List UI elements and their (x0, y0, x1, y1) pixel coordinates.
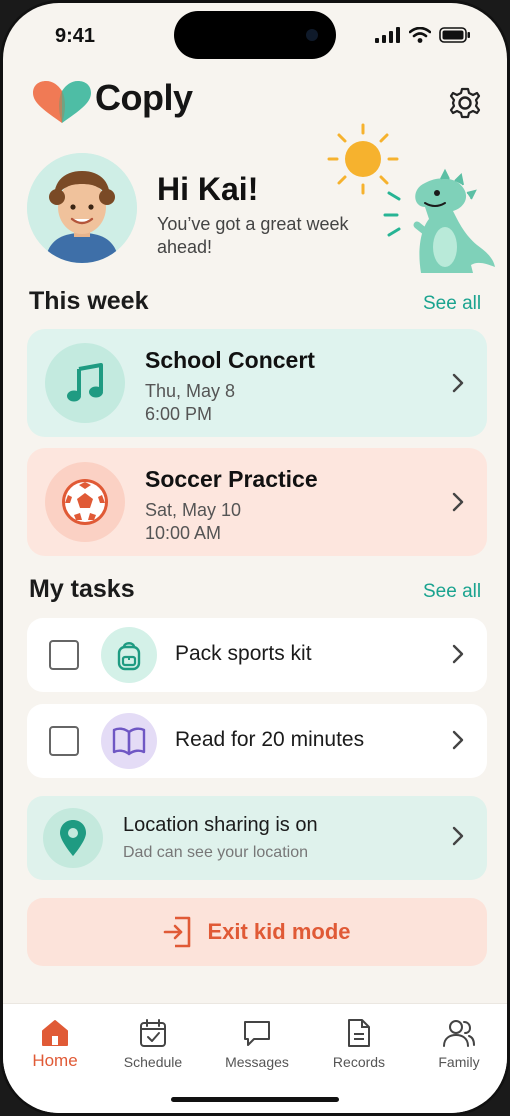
location-icon-circle (43, 808, 103, 868)
this-week-title: This week (29, 287, 149, 315)
tab-records[interactable]: Records (309, 1018, 409, 1070)
greeting-title: Hi Kai! (157, 171, 259, 207)
tab-label: Home (32, 1051, 78, 1070)
my-tasks-see-all-link[interactable]: See all (423, 581, 481, 603)
backpack-icon (117, 642, 141, 671)
event-card-soccer-practice[interactable]: Soccer Practice Sat, May 10 10:00 AM (27, 448, 487, 556)
exit-kid-mode-button[interactable]: Exit kid mode (27, 898, 487, 966)
status-time: 9:41 (55, 25, 96, 47)
location-title: Location sharing is on (123, 814, 318, 836)
event-icon-circle (45, 462, 125, 542)
event-card-school-concert[interactable]: School Concert Thu, May 8 6:00 PM (27, 329, 487, 437)
family-icon (443, 1020, 475, 1047)
exit-icon (164, 916, 191, 948)
soccer-ball-icon (62, 479, 108, 525)
task-checkbox[interactable] (49, 640, 79, 670)
event-time: 6:00 PM (145, 404, 213, 424)
home-indicator (171, 1097, 339, 1102)
message-icon (244, 1021, 270, 1046)
gear-icon[interactable] (447, 85, 483, 121)
event-date: Thu, May 8 (145, 381, 236, 401)
battery-icon (439, 27, 470, 43)
event-time: 10:00 AM (145, 523, 222, 543)
my-tasks-title: My tasks (29, 575, 135, 603)
tab-messages[interactable]: Messages (207, 1018, 307, 1070)
screen: 9:41 Coply Hi Kai! You’ve got a great we… (3, 3, 507, 1113)
calendar-icon (140, 1019, 166, 1047)
dynamic-island (174, 11, 336, 59)
chevron-right-icon (452, 730, 464, 750)
tab-label: Messages (225, 1054, 289, 1070)
phone-frame: 9:41 Coply Hi Kai! You’ve got a great we… (0, 0, 510, 1116)
tab-home[interactable]: Home (5, 1018, 105, 1071)
book-icon (112, 727, 146, 756)
tab-label: Family (438, 1054, 480, 1070)
tab-label: Records (332, 1054, 386, 1070)
signal-icon (375, 27, 400, 43)
chevron-right-icon (452, 644, 464, 664)
event-title: Soccer Practice (145, 466, 318, 492)
task-icon-circle (101, 713, 157, 769)
task-item-read-20-minutes[interactable]: Read for 20 minutes (27, 704, 487, 778)
music-note-icon (67, 363, 103, 402)
task-label: Read for 20 minutes (175, 728, 365, 751)
dinosaur-icon (383, 168, 495, 273)
wifi-icon (409, 27, 431, 43)
document-icon (348, 1019, 370, 1047)
location-sharing-card[interactable]: Location sharing is on Dad can see your … (27, 796, 487, 880)
chevron-right-icon (452, 492, 464, 512)
task-label: Pack sports kit (175, 642, 312, 665)
task-checkbox[interactable] (49, 726, 79, 756)
chevron-right-icon (452, 826, 464, 846)
app-name: Coply (95, 77, 193, 118)
event-title: School Concert (145, 347, 315, 373)
event-icon-circle (45, 343, 125, 423)
location-subtitle: Dad can see your location (123, 844, 308, 861)
coply-logo-icon (33, 81, 91, 123)
exit-kid-mode-label: Exit kid mode (207, 919, 351, 944)
home-icon (42, 1020, 68, 1046)
greeting-subtitle: You’ve got a great week ahead! (157, 214, 349, 257)
location-pin-icon (60, 820, 86, 856)
status-icons (375, 27, 471, 43)
event-date: Sat, May 10 (145, 500, 242, 520)
tab-label: Schedule (123, 1054, 183, 1070)
tab-family[interactable]: Family (409, 1018, 507, 1070)
task-icon-circle (101, 627, 157, 683)
tab-schedule[interactable]: Schedule (103, 1018, 203, 1070)
chevron-right-icon (452, 373, 464, 393)
this-week-see-all-link[interactable]: See all (423, 293, 481, 315)
task-item-pack-sports-kit[interactable]: Pack sports kit (27, 618, 487, 692)
avatar (27, 153, 137, 263)
